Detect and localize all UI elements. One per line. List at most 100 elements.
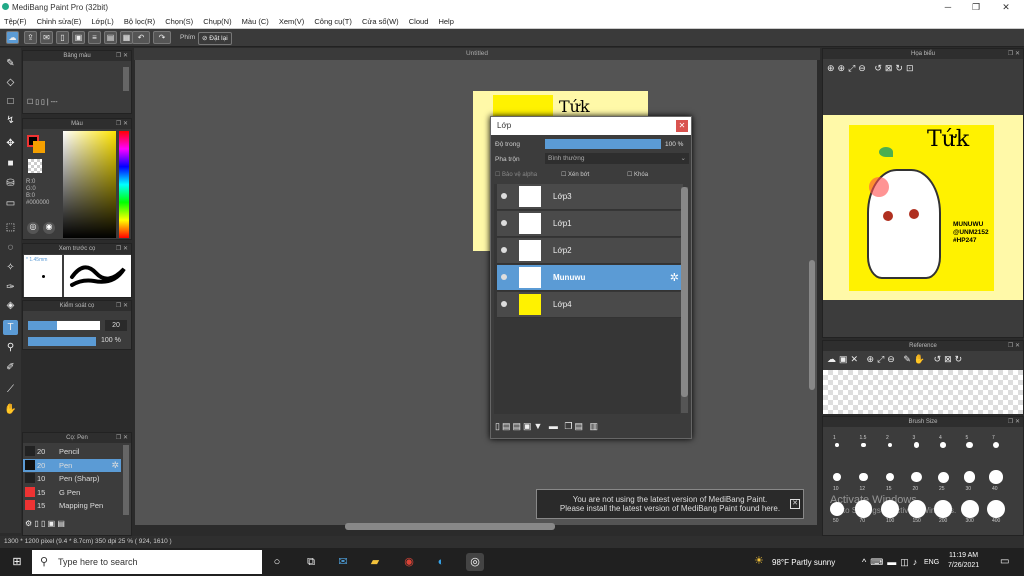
menu-edit[interactable]: Chỉnh sửa(E) — [33, 15, 86, 29]
fill-rect-icon[interactable]: ■ — [3, 156, 18, 171]
hand-tool-icon[interactable]: ✋ — [3, 402, 18, 417]
lasso-select-icon[interactable]: ◌ — [3, 240, 18, 255]
edge-icon[interactable]: ◐ — [432, 553, 450, 571]
list-icon[interactable]: ≡ — [88, 31, 101, 44]
brush-size-dot[interactable] — [989, 470, 1003, 484]
menu-tools[interactable]: Công cụ(T) — [310, 15, 356, 29]
color-settings-icon[interactable]: ◉ — [43, 222, 55, 234]
palette-tools[interactable]: ☐ ▯ ▯ | --- — [27, 98, 58, 106]
brush-size-dot[interactable] — [960, 500, 979, 518]
eyedropper-icon[interactable]: ⟋ — [3, 382, 18, 397]
hue-slider[interactable] — [119, 131, 129, 238]
close-icon[interactable]: ✕ — [790, 499, 800, 509]
brush-size-dot[interactable] — [963, 471, 976, 483]
menu-help[interactable]: Help — [434, 15, 457, 29]
reference-canvas[interactable] — [823, 370, 1023, 414]
lock-checkbox[interactable]: ☐ Khóa — [627, 171, 648, 178]
eye-icon[interactable] — [501, 220, 507, 226]
select-tool-icon[interactable]: ⬚ — [3, 220, 18, 235]
brush-list-tools[interactable]: ⚙ ▯ ▯ ▣ ▤ — [25, 519, 65, 528]
brush-size-dot[interactable] — [937, 471, 949, 483]
chrome-icon[interactable]: ◉ — [400, 553, 418, 571]
background-color-swatch[interactable] — [33, 141, 45, 153]
brush-size-dot[interactable] — [992, 441, 1000, 449]
canvas-vscroll[interactable] — [809, 260, 815, 390]
layer-row[interactable]: Lớp1 — [497, 211, 683, 237]
reset-button[interactable]: ⊘ Đặt lại — [198, 32, 232, 45]
canvas-area[interactable]: Tứk — [135, 60, 817, 530]
protect-alpha-checkbox[interactable]: ☐ Bảo vệ alpha — [495, 171, 537, 178]
brush-item[interactable]: 10 Pen (Sharp) — [23, 472, 121, 485]
magic-wand-icon[interactable]: ✧ — [3, 260, 18, 275]
brush-size-dot[interactable] — [835, 443, 839, 447]
brush-size-dot[interactable] — [887, 442, 893, 448]
gear-icon[interactable]: ✲ — [670, 271, 679, 284]
undo-icon[interactable]: ↶ — [132, 31, 150, 44]
panel-options-icon[interactable]: ❐ ✕ — [1008, 341, 1020, 351]
menu-snap[interactable]: Chụp(N) — [199, 15, 235, 29]
brush-list-scrollbar[interactable] — [123, 445, 129, 515]
language-indicator[interactable]: ENG — [924, 559, 939, 566]
brush-item[interactable]: 15 Mapping Pen — [23, 499, 121, 512]
cloud-icon[interactable]: ☁ — [6, 31, 19, 44]
close-button[interactable]: ✕ — [996, 1, 1016, 13]
opacity-slider[interactable] — [28, 337, 96, 346]
brush-size-dot[interactable] — [833, 473, 841, 481]
blend-mode-select[interactable]: Bình thường ⌄ — [545, 153, 689, 164]
brush-size-dot[interactable] — [940, 442, 946, 448]
select-pen-icon[interactable]: ✑ — [3, 280, 18, 295]
eye-icon[interactable] — [501, 247, 507, 253]
eye-icon[interactable] — [501, 274, 507, 280]
layer-row[interactable]: Lớp3 — [497, 184, 683, 210]
eye-icon[interactable] — [501, 301, 507, 307]
panel-options-icon[interactable]: ❐ ✕ — [116, 244, 128, 254]
mail-icon[interactable]: ✉ — [334, 553, 352, 571]
eye-icon[interactable] — [501, 193, 507, 199]
brush-size-dot[interactable] — [913, 442, 920, 448]
task-switch-icon[interactable]: ⧉ — [302, 553, 320, 571]
layer-opacity-slider[interactable] — [545, 139, 661, 149]
menu-layer[interactable]: Lớp(L) — [87, 15, 117, 29]
close-icon[interactable]: ✕ — [676, 120, 688, 132]
upload-icon[interactable]: ⇪ — [24, 31, 37, 44]
layer-row[interactable]: Lớp2 — [497, 238, 683, 264]
brush-size-dot[interactable] — [911, 471, 922, 483]
brush-size-input[interactable]: 20 — [105, 320, 127, 331]
menu-file[interactable]: Tệp(F) — [0, 15, 31, 29]
rect-select-icon[interactable]: □ — [3, 94, 18, 109]
layer-tools[interactable]: ▯▤▤▣▼ ▬ ❐▤ ▥ — [495, 421, 600, 432]
save-icon[interactable]: ▣ — [72, 31, 85, 44]
menu-filter[interactable]: Bộ lọc(R) — [120, 15, 159, 29]
canvas-tab[interactable]: Untitled — [134, 48, 820, 60]
bucket-icon[interactable]: ⛁ — [3, 176, 18, 191]
notification-icon[interactable]: ▭ — [1000, 556, 1009, 567]
tray-icons[interactable]: ^⌨▬◫♪ — [862, 557, 921, 568]
reference-tools[interactable]: ☁▣✕ ⊕⤢⊖ ✎✋ ↺⊠↻ — [827, 354, 965, 365]
layer-row-selected[interactable]: Munuwu ✲ — [497, 265, 683, 291]
panel-options-icon[interactable]: ❐ ✕ — [116, 433, 128, 443]
comment-icon[interactable]: ✉ — [40, 31, 53, 44]
menu-window[interactable]: Cửa sổ(W) — [358, 15, 403, 29]
operation-icon[interactable]: ⚲ — [3, 340, 18, 355]
menu-color[interactable]: Màu (C) — [238, 15, 273, 29]
panel-options-icon[interactable]: ❐ ✕ — [116, 119, 128, 129]
file-explorer-icon[interactable]: ▰ — [366, 553, 384, 571]
gradient-icon[interactable]: ▭ — [3, 196, 18, 211]
page-icon[interactable]: ▤ — [104, 31, 117, 44]
panel-options-icon[interactable]: ❐ ✕ — [116, 301, 128, 311]
brush-size-dot[interactable] — [859, 472, 868, 482]
weather-text[interactable]: 98°F Partly sunny — [772, 558, 835, 567]
panel-options-icon[interactable]: ❐ ✕ — [1008, 49, 1020, 59]
brush-size-dot[interactable] — [987, 500, 1005, 518]
brush-size-dot[interactable] — [861, 442, 866, 448]
brush-size-slider[interactable] — [28, 321, 100, 330]
brush-size-dot[interactable] — [966, 441, 973, 448]
minimize-button[interactable]: ─ — [938, 1, 958, 13]
clipping-checkbox[interactable]: ☐ Xén bớt — [561, 171, 589, 178]
select-eraser-icon[interactable]: ◈ — [3, 298, 18, 313]
eraser-tool-icon[interactable]: ◇ — [3, 75, 18, 90]
layer-scrollbar[interactable] — [681, 187, 688, 413]
brush-tool-icon[interactable]: ✎ — [3, 56, 18, 71]
navigator-thumbnail[interactable]: Tứk MUNUWU @UNM2152 #HP247 — [823, 115, 1023, 300]
menu-cloud[interactable]: Cloud — [405, 15, 433, 29]
